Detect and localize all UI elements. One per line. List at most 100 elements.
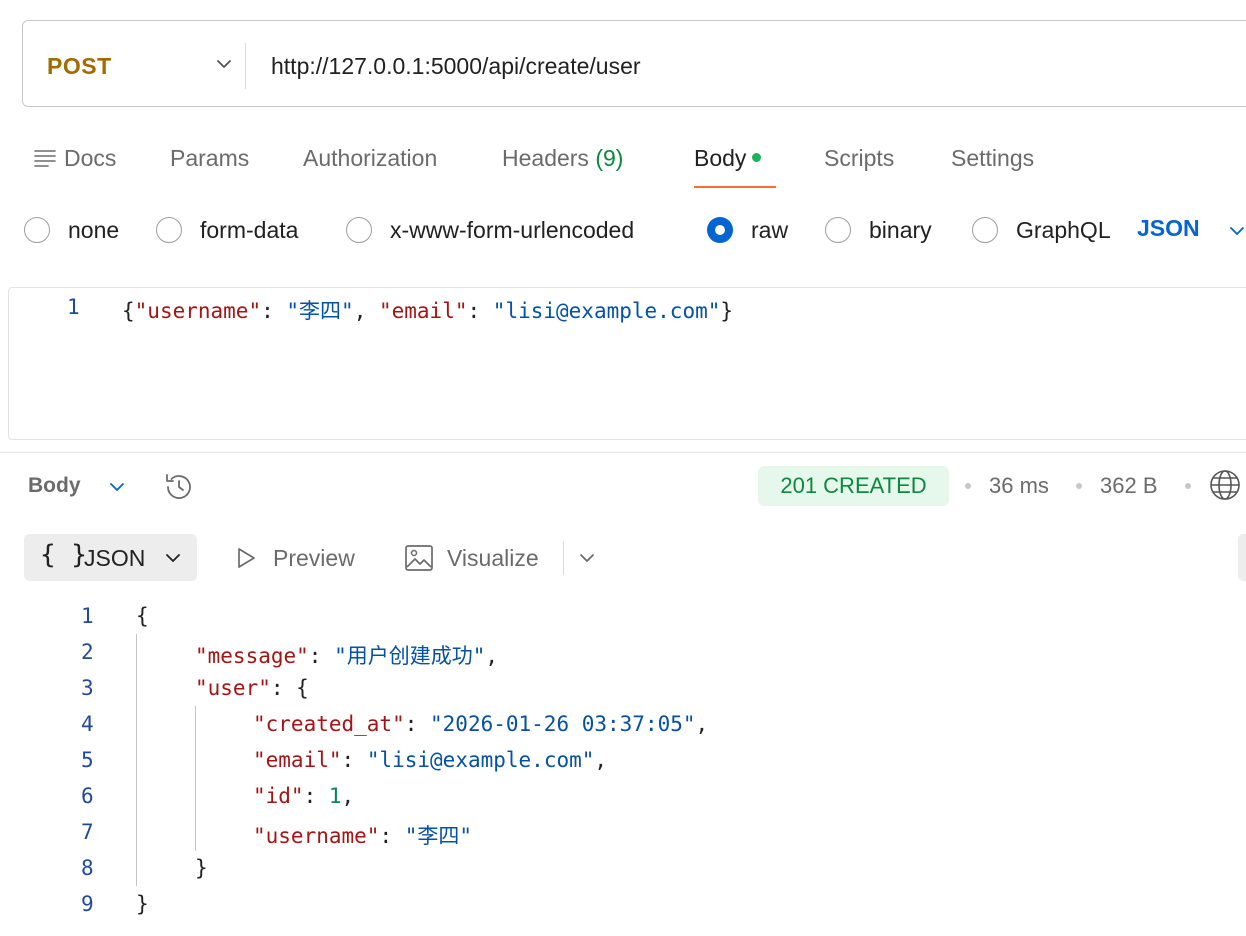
comma: , [485,644,499,668]
radio-button[interactable] [24,217,50,243]
line-number: 1 [81,604,94,628]
tab-authorization[interactable]: Authorization [303,145,437,172]
chevron-down-icon[interactable] [106,476,128,498]
radio-button-checked[interactable] [707,217,733,243]
chevron-down-icon[interactable] [213,53,235,75]
chevron-down-icon[interactable] [1226,220,1246,242]
json-key: "email" [378,299,468,323]
play-icon[interactable] [234,546,258,570]
tab-docs[interactable]: Docs [64,145,116,172]
json-key: "created_at" [253,712,405,736]
json-string: "lisi@example.com" [366,748,595,772]
code-line: "message": "用户创建成功", [195,640,498,670]
code-line: "user": { [195,676,309,700]
radio-label: GraphQL [1016,216,1111,243]
radio-button[interactable] [346,217,372,243]
code-line: "id": 1, [253,784,354,808]
tab-scripts[interactable]: Scripts [824,145,894,172]
line-number: 4 [81,712,94,736]
response-size[interactable]: 362 B [1100,473,1158,499]
indent-guide [195,706,196,851]
radio-label: form-data [200,216,299,243]
tab-headers[interactable]: Headers (9) [502,145,623,172]
separator-dot [1076,483,1082,489]
brace: { [296,676,309,700]
json-number: 1 [328,784,342,808]
brace: { [136,604,149,628]
brace: } [195,856,208,880]
radio-raw[interactable]: raw [707,215,788,245]
colon: : [404,712,431,736]
line-number: 9 [81,892,94,916]
json-key: "user" [195,676,271,700]
preview-button[interactable]: Preview [273,545,355,572]
json-string: "2026-01-26 03:37:05" [430,712,696,736]
separator-dot [965,483,971,489]
radio-binary[interactable]: binary [825,215,932,245]
comma: , [695,712,709,736]
colon: : [261,299,287,323]
colon: : [270,676,297,700]
json-key: "email" [253,748,342,772]
line-number: 2 [81,640,94,664]
history-icon[interactable] [162,470,196,504]
radio-label: binary [869,216,932,243]
json-string: "李四" [286,299,354,323]
url-bar: POST http://127.0.0.1:5000/api/create/us… [22,20,1246,107]
headers-count: (9) [595,145,624,171]
comma: , [353,299,379,323]
braces-icon: { } [40,540,87,570]
body-format-select[interactable]: JSON [1137,215,1200,242]
json-key: "id" [253,784,304,808]
comma: , [594,748,608,772]
toolbar-edge [1238,534,1246,581]
radio-button[interactable] [972,217,998,243]
response-body-label[interactable]: Body [28,474,81,498]
chevron-down-icon[interactable] [162,547,184,569]
chevron-down-icon[interactable] [576,547,598,569]
radio-graphql[interactable]: GraphQL [972,215,1111,245]
image-icon[interactable] [404,544,434,572]
radio-label: x-www-form-urlencoded [390,216,635,243]
section-divider [0,452,1246,453]
docs-icon[interactable] [34,148,56,168]
url-input[interactable]: http://127.0.0.1:5000/api/create/user [271,53,641,80]
json-key: "username" [134,299,262,323]
code-line: "created_at": "2026-01-26 03:37:05", [253,712,708,736]
json-key: "message" [195,644,309,668]
view-json-label: JSON [84,545,146,571]
radio-form-data[interactable]: form-data [156,215,298,245]
radio-urlencoded[interactable]: x-www-form-urlencoded [346,215,634,245]
active-tab-indicator [694,186,776,188]
globe-icon[interactable] [1208,468,1242,502]
brace: } [720,299,734,323]
line-number: 3 [81,676,94,700]
status-badge[interactable]: 201 CREATED [758,466,949,506]
method-select[interactable]: POST [47,53,112,80]
radio-label: raw [751,216,789,243]
colon: : [341,748,367,772]
code-line: "email": "lisi@example.com", [253,748,607,772]
radio-button[interactable] [825,217,851,243]
json-string: "李四" [404,824,473,848]
tab-body[interactable]: Body [694,145,762,172]
separator-dot [1185,483,1191,489]
line-number: 1 [67,295,80,319]
line-number: 8 [81,856,94,880]
divider [563,541,564,575]
brace: { [122,299,135,323]
radio-label: none [68,216,120,243]
radio-none[interactable]: none [24,215,119,245]
colon: : [308,644,335,668]
brace: } [136,892,149,916]
request-body-line[interactable]: {"username": "李四", "email": "lisi@exampl… [122,295,733,325]
tab-params[interactable]: Params [170,145,249,172]
json-string: "用户创建成功" [334,644,486,668]
visualize-button[interactable]: Visualize [447,545,539,572]
response-time[interactable]: 36 ms [989,473,1049,499]
json-key: "username" [253,824,380,848]
comma: , [341,784,355,808]
tab-settings[interactable]: Settings [951,145,1034,172]
radio-button[interactable] [156,217,182,243]
code-line: } [136,892,149,916]
